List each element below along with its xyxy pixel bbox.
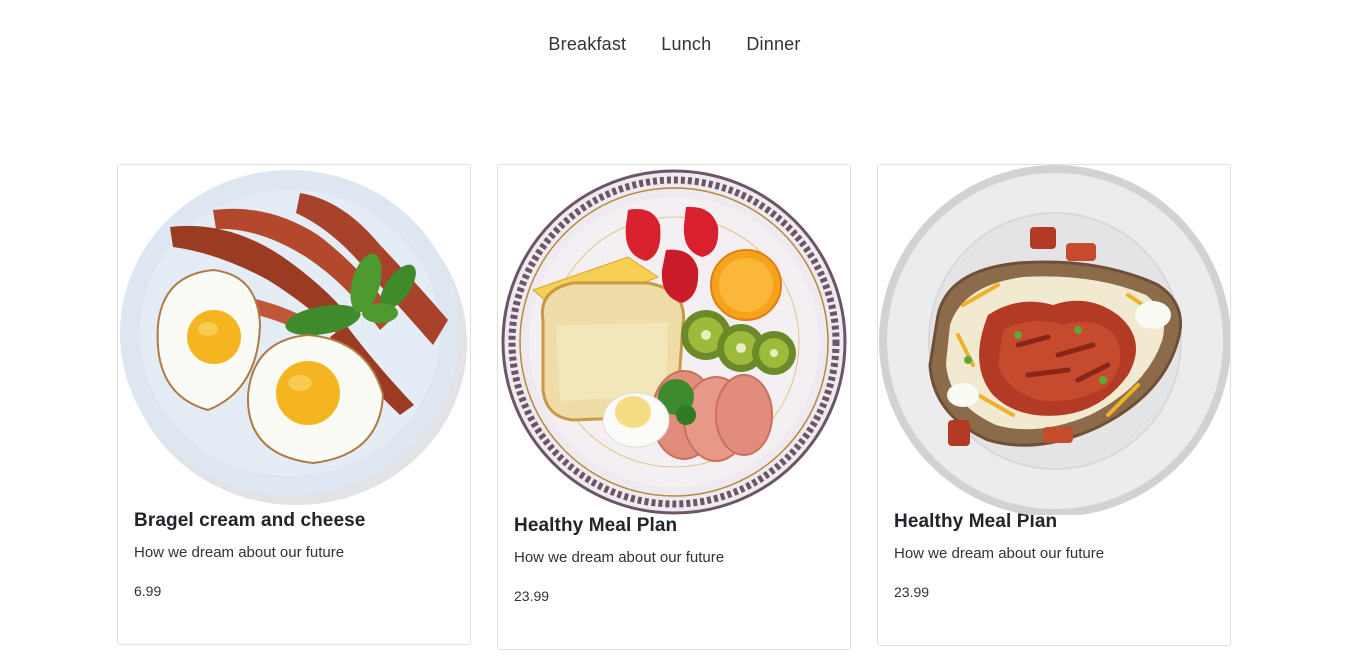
card-price: 23.99 [894, 584, 930, 600]
menu-card-1[interactable]: Bragel cream and cheese How we dream abo… [117, 164, 471, 645]
card-body: Healthy Meal Plan How we dream about our… [498, 515, 850, 604]
card-description: How we dream about our future [894, 545, 1105, 562]
nav-link-breakfast[interactable]: Breakfast [546, 30, 628, 59]
card-description: How we dream about our future [134, 544, 345, 561]
menu-card-2[interactable]: Healthy Meal Plan How we dream about our… [497, 164, 851, 650]
menu-category-nav: Breakfast Lunch Dinner [0, 30, 1349, 59]
menu-card-3[interactable]: Healthy Meal Plan How we dream about our… [877, 164, 1231, 646]
card-image [498, 165, 850, 515]
card-body: Healthy Meal Plan How we dream about our… [878, 511, 1230, 600]
card-image [118, 165, 470, 510]
fried-eggs-bacon-plate-image [120, 170, 467, 505]
card-price: 6.99 [134, 583, 162, 599]
nav-link-dinner[interactable]: Dinner [744, 30, 802, 59]
card-image [878, 165, 1230, 515]
card-title: Bragel cream and cheese [134, 510, 366, 531]
card-body: Bragel cream and cheese How we dream abo… [118, 510, 470, 599]
card-price: 23.99 [514, 588, 550, 604]
toast-fruit-ham-plate-image [501, 169, 847, 515]
card-title: Healthy Meal Plan [514, 515, 678, 536]
nav-link-lunch[interactable]: Lunch [659, 30, 713, 59]
loaded-baked-potato-plate-image [879, 165, 1230, 515]
card-description: How we dream about our future [514, 549, 725, 566]
